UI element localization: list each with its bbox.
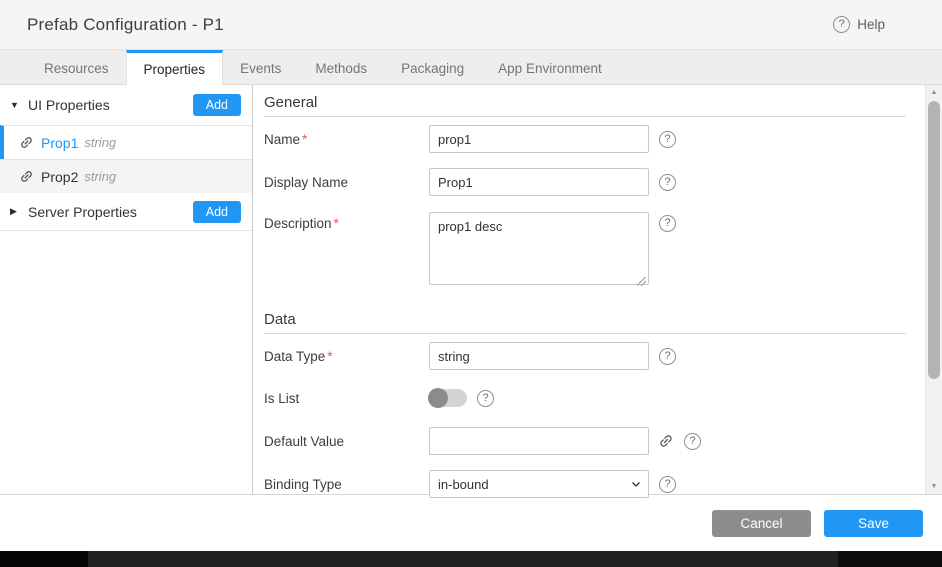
- caret-right-icon[interactable]: ▶: [10, 206, 28, 217]
- data-type-row: Data Type* ?: [264, 342, 906, 370]
- tab-properties[interactable]: Properties: [126, 50, 224, 85]
- help-icon[interactable]: ?: [659, 215, 676, 232]
- tab-app-environment[interactable]: App Environment: [481, 50, 619, 84]
- tab-methods[interactable]: Methods: [298, 50, 384, 84]
- help-icon[interactable]: ?: [659, 131, 676, 148]
- background-segment: [88, 551, 838, 567]
- sidebar-group-server-properties[interactable]: ▶ Server Properties Add: [0, 193, 252, 231]
- prop2-type: string: [84, 169, 116, 184]
- properties-sidebar: ▼ UI Properties Add Prop1 string Prop2 s…: [0, 85, 253, 494]
- resize-handle-icon[interactable]: [637, 277, 646, 286]
- default-value-row: Default Value ?: [264, 427, 906, 455]
- data-type-label: Data Type*: [264, 349, 429, 364]
- background-app-strip: [0, 551, 942, 567]
- bind-link-icon[interactable]: [655, 430, 678, 453]
- scroll-up-icon[interactable]: ▲: [926, 85, 942, 100]
- help-icon[interactable]: ?: [659, 476, 676, 493]
- display-name-row: Display Name ?: [264, 168, 906, 196]
- prop1-name: Prop1: [41, 135, 78, 151]
- scroll-down-icon[interactable]: ▼: [926, 479, 942, 494]
- display-name-input[interactable]: [429, 168, 649, 196]
- scrollbar-thumb[interactable]: [928, 101, 940, 379]
- background-segment: [838, 551, 942, 567]
- is-list-toggle[interactable]: [429, 389, 467, 407]
- binding-type-select[interactable]: in-bound: [429, 470, 649, 498]
- background-segment: [0, 551, 88, 567]
- sidebar-item-prop2[interactable]: Prop2 string: [0, 159, 252, 193]
- property-form-panel: General Name* ? Display Name ? Descripti…: [253, 85, 942, 494]
- display-name-label: Display Name: [264, 175, 429, 190]
- vertical-scrollbar[interactable]: ▲ ▼: [925, 85, 942, 494]
- ui-properties-label: UI Properties: [28, 97, 193, 113]
- name-row: Name* ?: [264, 125, 906, 153]
- prop1-type: string: [84, 135, 116, 150]
- required-asterisk: *: [327, 349, 332, 364]
- required-asterisk: *: [334, 216, 339, 231]
- sidebar-item-prop1[interactable]: Prop1 string: [0, 125, 252, 159]
- help-icon[interactable]: ?: [684, 433, 701, 450]
- help-button[interactable]: ? Help: [833, 16, 885, 33]
- default-value-input[interactable]: [429, 427, 649, 455]
- help-icon[interactable]: ?: [659, 174, 676, 191]
- section-heading-data: Data: [264, 302, 906, 334]
- is-list-row: Is List ?: [264, 388, 906, 408]
- link-icon: [16, 132, 37, 153]
- default-value-label: Default Value: [264, 434, 429, 449]
- caret-down-icon[interactable]: ▼: [10, 100, 28, 110]
- dialog-footer: Cancel Save: [0, 494, 942, 551]
- name-input[interactable]: [429, 125, 649, 153]
- tab-resources[interactable]: Resources: [27, 50, 126, 84]
- add-ui-property-button[interactable]: Add: [193, 94, 241, 116]
- prop2-name: Prop2: [41, 169, 78, 185]
- dialog-titlebar: Prefab Configuration - P1 ? Help: [0, 0, 942, 50]
- description-row: Description* prop1 desc ?: [264, 212, 906, 290]
- data-type-input[interactable]: [429, 342, 649, 370]
- tab-packaging[interactable]: Packaging: [384, 50, 481, 84]
- is-list-label: Is List: [264, 391, 429, 406]
- toggle-knob: [428, 388, 448, 408]
- link-icon: [16, 166, 37, 187]
- section-heading-general: General: [264, 85, 906, 117]
- binding-type-row: Binding Type in-bound ?: [264, 470, 906, 498]
- sidebar-group-ui-properties[interactable]: ▼ UI Properties Add: [0, 85, 252, 125]
- add-server-property-button[interactable]: Add: [193, 201, 241, 223]
- help-icon: ?: [833, 16, 850, 33]
- name-label: Name*: [264, 132, 429, 147]
- description-label: Description*: [264, 212, 429, 231]
- save-button[interactable]: Save: [824, 510, 923, 537]
- tab-bar: Resources Properties Events Methods Pack…: [0, 50, 942, 85]
- page-title: Prefab Configuration - P1: [27, 15, 224, 35]
- help-icon[interactable]: ?: [477, 390, 494, 407]
- required-asterisk: *: [302, 132, 307, 147]
- main-area: ▼ UI Properties Add Prop1 string Prop2 s…: [0, 85, 942, 494]
- cancel-button[interactable]: Cancel: [712, 510, 811, 537]
- tab-events[interactable]: Events: [223, 50, 298, 84]
- binding-type-label: Binding Type: [264, 477, 429, 492]
- server-properties-label: Server Properties: [28, 204, 193, 220]
- description-textarea[interactable]: prop1 desc: [429, 212, 649, 285]
- help-icon[interactable]: ?: [659, 348, 676, 365]
- help-label: Help: [857, 17, 885, 32]
